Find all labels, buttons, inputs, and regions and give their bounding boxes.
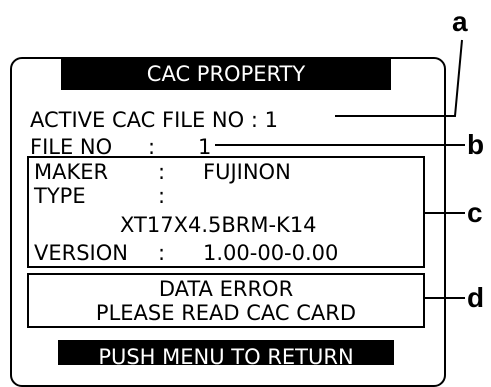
callout-label-a: a — [452, 6, 468, 37]
callout-lines — [215, 39, 465, 299]
callout-line-a — [335, 39, 463, 117]
callout-label-b: b — [467, 129, 485, 160]
callout-label-c: c — [467, 197, 483, 228]
callout-label-d: d — [467, 282, 485, 313]
